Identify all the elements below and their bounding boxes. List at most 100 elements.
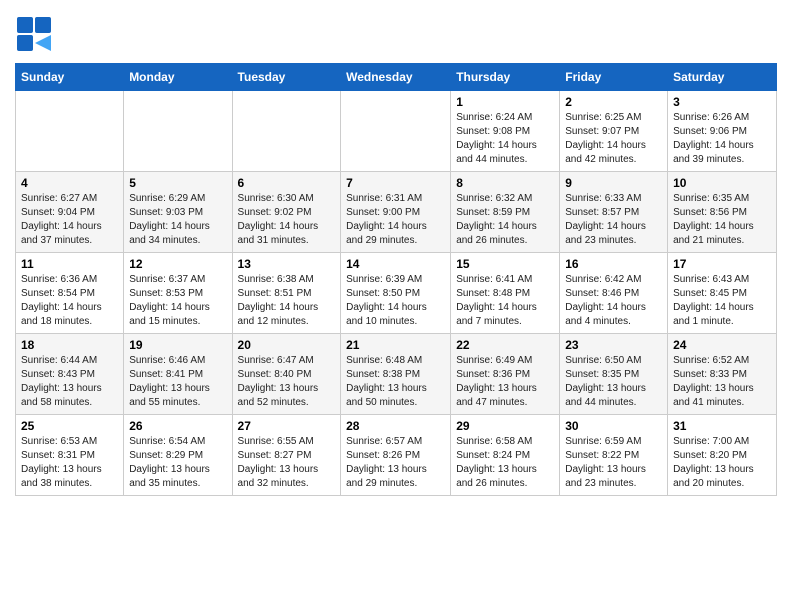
day-number: 10 <box>673 176 771 190</box>
calendar-cell: 18Sunrise: 6:44 AMSunset: 8:43 PMDayligh… <box>16 334 124 415</box>
calendar-cell: 20 Sunrise: 6:47 AMSunset: 8:40 PMDayligh… <box>232 334 341 415</box>
day-info: Sunrise: 6:26 AMSunset: 9:06 PMDaylight:… <box>673 111 771 167</box>
logo <box>15 15 53 53</box>
day-number: 20 <box>238 338 336 352</box>
calendar-cell: 8 Sunrise: 6:32 AMSunset: 8:59 PMDaylight… <box>451 172 560 253</box>
day-number: 3 <box>673 95 771 109</box>
day-info: Sunrise: 6:42 AMSunset: 8:46 PMDaylight:… <box>565 273 662 329</box>
calendar-week-row: 18Sunrise: 6:44 AMSunset: 8:43 PMDayligh… <box>16 334 777 415</box>
calendar-cell: 28Sunrise: 6:57 AMSunset: 8:26 PMDayligh… <box>341 415 451 496</box>
calendar-cell: 29 Sunrise: 6:58 AMSunset: 8:24 PMDayligh… <box>451 415 560 496</box>
day-number: 29 <box>456 419 554 433</box>
calendar-cell: 14Sunrise: 6:39 AMSunset: 8:50 PMDayligh… <box>341 253 451 334</box>
day-number: 19 <box>129 338 226 352</box>
page-header <box>15 15 777 53</box>
calendar-table: SundayMondayTuesdayWednesdayThursdayFrid… <box>15 63 777 496</box>
day-info: Sunrise: 6:25 AMSunset: 9:07 PMDaylight:… <box>565 111 662 167</box>
day-info: Sunrise: 6:29 AMSunset: 9:03 PMDaylight:… <box>129 192 226 248</box>
calendar-cell: 5 Sunrise: 6:29 AMSunset: 9:03 PMDaylight… <box>124 172 232 253</box>
day-of-week-saturday: Saturday <box>668 64 777 91</box>
day-number: 26 <box>129 419 226 433</box>
day-number: 7 <box>346 176 445 190</box>
calendar-cell: 7Sunrise: 6:31 AMSunset: 9:00 PMDaylight… <box>341 172 451 253</box>
day-of-week-tuesday: Tuesday <box>232 64 341 91</box>
day-number: 22 <box>456 338 554 352</box>
day-info: Sunrise: 6:37 AMSunset: 8:53 PMDaylight:… <box>129 273 226 329</box>
day-info: Sunrise: 6:24 AMSunset: 9:08 PMDaylight:… <box>456 111 554 167</box>
calendar-cell: 1 Sunrise: 6:24 AMSunset: 9:08 PMDaylight… <box>451 91 560 172</box>
calendar-cell <box>124 91 232 172</box>
calendar-cell: 10 Sunrise: 6:35 AMSunset: 8:56 PMDayligh… <box>668 172 777 253</box>
calendar-cell: 25 Sunrise: 6:53 AMSunset: 8:31 PMDayligh… <box>16 415 124 496</box>
day-info: Sunrise: 6:30 AMSunset: 9:02 PMDaylight:… <box>238 192 336 248</box>
calendar-cell: 16 Sunrise: 6:42 AMSunset: 8:46 PMDayligh… <box>560 253 668 334</box>
day-number: 1 <box>456 95 554 109</box>
day-info: Sunrise: 6:50 AMSunset: 8:35 PMDaylight:… <box>565 354 662 410</box>
calendar-cell: 22 Sunrise: 6:49 AMSunset: 8:36 PMDayligh… <box>451 334 560 415</box>
day-number: 5 <box>129 176 226 190</box>
day-info: Sunrise: 6:52 AMSunset: 8:33 PMDaylight:… <box>673 354 771 410</box>
day-info: Sunrise: 6:27 AMSunset: 9:04 PMDaylight:… <box>21 192 118 248</box>
day-info: Sunrise: 6:43 AMSunset: 8:45 PMDaylight:… <box>673 273 771 329</box>
day-number: 25 <box>21 419 118 433</box>
calendar-cell: 3 Sunrise: 6:26 AMSunset: 9:06 PMDaylight… <box>668 91 777 172</box>
calendar-week-row: 1 Sunrise: 6:24 AMSunset: 9:08 PMDaylight… <box>16 91 777 172</box>
calendar-header-row: SundayMondayTuesdayWednesdayThursdayFrid… <box>16 64 777 91</box>
calendar-cell: 11Sunrise: 6:36 AMSunset: 8:54 PMDayligh… <box>16 253 124 334</box>
day-info: Sunrise: 6:33 AMSunset: 8:57 PMDaylight:… <box>565 192 662 248</box>
day-number: 8 <box>456 176 554 190</box>
calendar-week-row: 4 Sunrise: 6:27 AMSunset: 9:04 PMDaylight… <box>16 172 777 253</box>
day-number: 12 <box>129 257 226 271</box>
calendar-cell: 4 Sunrise: 6:27 AMSunset: 9:04 PMDaylight… <box>16 172 124 253</box>
calendar-cell: 17 Sunrise: 6:43 AMSunset: 8:45 PMDayligh… <box>668 253 777 334</box>
day-info: Sunrise: 6:46 AMSunset: 8:41 PMDaylight:… <box>129 354 226 410</box>
day-number: 9 <box>565 176 662 190</box>
calendar-cell: 30 Sunrise: 6:59 AMSunset: 8:22 PMDayligh… <box>560 415 668 496</box>
calendar-cell <box>232 91 341 172</box>
day-info: Sunrise: 6:55 AMSunset: 8:27 PMDaylight:… <box>238 435 336 491</box>
day-number: 23 <box>565 338 662 352</box>
day-number: 6 <box>238 176 336 190</box>
day-info: Sunrise: 6:32 AMSunset: 8:59 PMDaylight:… <box>456 192 554 248</box>
day-info: Sunrise: 6:36 AMSunset: 8:54 PMDaylight:… <box>21 273 118 329</box>
calendar-cell: 13Sunrise: 6:38 AMSunset: 8:51 PMDayligh… <box>232 253 341 334</box>
calendar-cell: 6 Sunrise: 6:30 AMSunset: 9:02 PMDaylight… <box>232 172 341 253</box>
day-of-week-friday: Friday <box>560 64 668 91</box>
calendar-cell: 15 Sunrise: 6:41 AMSunset: 8:48 PMDayligh… <box>451 253 560 334</box>
day-info: Sunrise: 6:47 AMSunset: 8:40 PMDaylight:… <box>238 354 336 410</box>
day-of-week-sunday: Sunday <box>16 64 124 91</box>
day-number: 4 <box>21 176 118 190</box>
logo-icon <box>15 15 53 53</box>
day-number: 21 <box>346 338 445 352</box>
day-info: Sunrise: 6:58 AMSunset: 8:24 PMDaylight:… <box>456 435 554 491</box>
day-number: 24 <box>673 338 771 352</box>
calendar-cell: 9 Sunrise: 6:33 AMSunset: 8:57 PMDaylight… <box>560 172 668 253</box>
calendar-cell: 21 Sunrise: 6:48 AMSunset: 8:38 PMDayligh… <box>341 334 451 415</box>
calendar-cell: 31Sunrise: 7:00 AMSunset: 8:20 PMDayligh… <box>668 415 777 496</box>
calendar-cell <box>341 91 451 172</box>
day-number: 30 <box>565 419 662 433</box>
day-number: 18 <box>21 338 118 352</box>
day-number: 17 <box>673 257 771 271</box>
day-info: Sunrise: 6:49 AMSunset: 8:36 PMDaylight:… <box>456 354 554 410</box>
calendar-cell: 2Sunrise: 6:25 AMSunset: 9:07 PMDaylight… <box>560 91 668 172</box>
day-number: 15 <box>456 257 554 271</box>
calendar-cell: 27 Sunrise: 6:55 AMSunset: 8:27 PMDayligh… <box>232 415 341 496</box>
calendar-cell: 23 Sunrise: 6:50 AMSunset: 8:35 PMDayligh… <box>560 334 668 415</box>
day-info: Sunrise: 6:53 AMSunset: 8:31 PMDaylight:… <box>21 435 118 491</box>
calendar-week-row: 11Sunrise: 6:36 AMSunset: 8:54 PMDayligh… <box>16 253 777 334</box>
calendar-cell: 24 Sunrise: 6:52 AMSunset: 8:33 PMDayligh… <box>668 334 777 415</box>
day-info: Sunrise: 6:38 AMSunset: 8:51 PMDaylight:… <box>238 273 336 329</box>
calendar-cell: 26Sunrise: 6:54 AMSunset: 8:29 PMDayligh… <box>124 415 232 496</box>
day-info: Sunrise: 6:39 AMSunset: 8:50 PMDaylight:… <box>346 273 445 329</box>
day-number: 27 <box>238 419 336 433</box>
calendar-cell: 19 Sunrise: 6:46 AMSunset: 8:41 PMDayligh… <box>124 334 232 415</box>
day-info: Sunrise: 6:35 AMSunset: 8:56 PMDaylight:… <box>673 192 771 248</box>
calendar-week-row: 25 Sunrise: 6:53 AMSunset: 8:31 PMDayligh… <box>16 415 777 496</box>
day-info: Sunrise: 6:41 AMSunset: 8:48 PMDaylight:… <box>456 273 554 329</box>
calendar-cell: 12 Sunrise: 6:37 AMSunset: 8:53 PMDayligh… <box>124 253 232 334</box>
day-info: Sunrise: 6:48 AMSunset: 8:38 PMDaylight:… <box>346 354 445 410</box>
day-of-week-thursday: Thursday <box>451 64 560 91</box>
day-info: Sunrise: 6:59 AMSunset: 8:22 PMDaylight:… <box>565 435 662 491</box>
day-number: 16 <box>565 257 662 271</box>
